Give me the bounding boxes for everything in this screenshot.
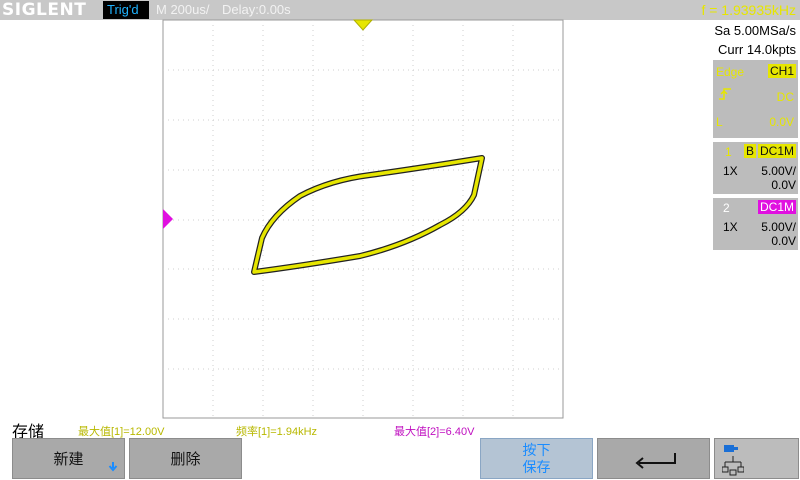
waveform-display[interactable] — [0, 0, 800, 480]
network-icon — [722, 445, 744, 476]
ch2-coupling: DC1M — [757, 200, 796, 214]
press-save-button[interactable]: 按下 保存 — [480, 438, 593, 479]
delete-button-label: 删除 — [170, 451, 201, 468]
network-status-button[interactable] — [714, 438, 799, 479]
ch1-number: 1 — [725, 145, 732, 159]
trigger-level-label: L — [716, 115, 723, 129]
ch1-scale: 5.00V/ — [761, 164, 796, 178]
ch2-offset: 0.0V — [771, 234, 796, 248]
trigger-coupling: DC — [776, 90, 794, 104]
press-save-line2: 保存 — [522, 459, 551, 475]
memory-depth: Curr 14.0kpts — [717, 42, 796, 57]
trigger-panel[interactable]: Edge CH1 DC L 0.0V — [713, 60, 798, 138]
ch1-probe: 1X — [723, 164, 738, 178]
trigger-source: CH1 — [767, 64, 796, 78]
measurement-ch1-freq: 频率[1]=1.94kHz — [236, 426, 318, 438]
trigger-type: Edge — [716, 65, 745, 79]
new-button[interactable]: 新建 — [12, 438, 125, 479]
graticule-frame — [162, 19, 564, 419]
back-arrow-icon — [635, 453, 676, 469]
ch1-coupling: DC1M — [757, 144, 796, 158]
new-button-label: 新建 — [53, 451, 84, 468]
measurement-ch2-max: 最大值[2]=6.40V — [394, 426, 475, 438]
press-save-line1: 按下 — [522, 442, 551, 458]
down-arrow-icon — [108, 462, 118, 472]
channel2-panel[interactable]: 2 DC1M 1X 5.00V/ 0.0V — [713, 198, 798, 250]
ch1-offset: 0.0V — [771, 178, 796, 192]
measurement-ch1-max: 最大值[1]=12.00V — [78, 426, 165, 438]
rising-edge-icon — [719, 88, 731, 100]
ch1-bandwidth-limit: B — [744, 144, 757, 158]
trigger-level: 0.0V — [769, 115, 794, 129]
ch2-scale: 5.00V/ — [761, 220, 796, 234]
sample-rate: Sa 5.00MSa/s — [714, 23, 796, 38]
channel1-panel[interactable]: 1 B DC1M 1X 5.00V/ 0.0V — [713, 142, 798, 194]
delete-button[interactable]: 删除 — [129, 438, 242, 479]
ch2-probe: 1X — [723, 220, 738, 234]
back-button[interactable] — [597, 438, 710, 479]
ch2-number: 2 — [723, 201, 730, 215]
